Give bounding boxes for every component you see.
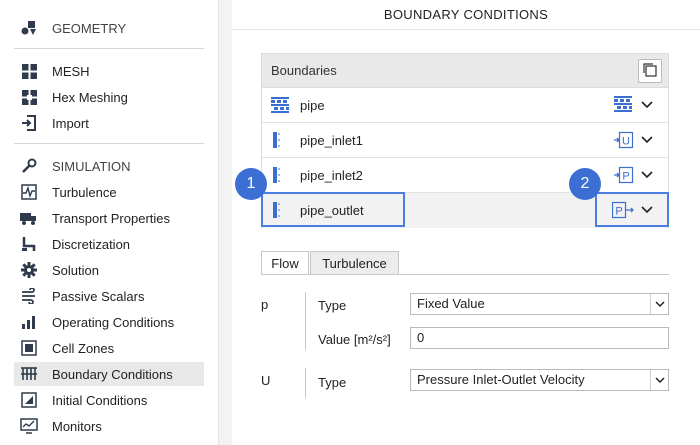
discretization-icon	[20, 235, 38, 253]
main-panel: BOUNDARY CONDITIONS Boundaries pipe pipe…	[232, 0, 700, 445]
highlight-box-boundary-type	[595, 192, 669, 227]
boundary-name: pipe_inlet2	[300, 168, 363, 183]
sidebar-item-label: MESH	[52, 63, 90, 79]
field-group-label-u: U	[261, 373, 271, 388]
turbulence-icon	[20, 183, 38, 201]
sidebar-item-hex-meshing[interactable]: Hex Meshing	[14, 85, 204, 109]
tab-underline	[261, 274, 669, 275]
import-icon	[20, 114, 38, 132]
sidebar-item-label: Operating Conditions	[52, 314, 175, 330]
wall-icon[interactable]	[614, 96, 634, 114]
highlight-box-boundary-name	[261, 192, 405, 227]
divider	[14, 143, 204, 144]
mesh-icon	[20, 62, 38, 80]
geometry-icon	[20, 19, 38, 37]
svg-text:U: U	[622, 136, 630, 148]
page-title: BOUNDARY CONDITIONS	[232, 0, 700, 30]
svg-text:P: P	[622, 171, 629, 183]
sidebar-item-label: Initial Conditions	[52, 392, 148, 408]
boundary-patch-icon	[271, 167, 289, 183]
sidebar-item-label: Transport Properties	[52, 210, 171, 226]
u-type-select[interactable]: Pressure Inlet-Outlet Velocity	[410, 369, 669, 391]
chevron-down-icon[interactable]	[640, 169, 654, 181]
type-label: Type	[318, 298, 347, 313]
boundary-name: pipe_inlet1	[300, 133, 363, 148]
value-label: Value [m²/s²]	[318, 332, 391, 347]
callout-badge-1: 1	[235, 168, 267, 200]
tab-flow[interactable]: Flow	[261, 251, 309, 275]
sidebar-item-label: Turbulence	[52, 184, 117, 200]
velocity-inlet-icon[interactable]: U	[614, 131, 634, 149]
cell-zones-icon	[20, 339, 38, 357]
sidebar-item-simulation[interactable]: SIMULATION	[14, 154, 204, 178]
boundary-row-pipe-inlet1[interactable]: pipe_inlet1 U	[262, 123, 668, 158]
boundaries-header: Boundaries	[262, 54, 668, 88]
sidebar-item-label: Boundary Conditions	[52, 366, 173, 382]
sidebar-item-label: SIMULATION	[52, 158, 131, 174]
sidebar-item-cell-zones[interactable]: Cell Zones	[14, 336, 204, 360]
p-value-input[interactable]: 0	[410, 327, 669, 349]
sidebar-item-boundary-conditions[interactable]: Boundary Conditions	[14, 362, 204, 386]
sidebar-item-label: Hex Meshing	[52, 89, 128, 105]
scalars-icon	[20, 287, 38, 305]
sidebar-item-label: GEOMETRY	[52, 20, 127, 36]
chevron-down-icon[interactable]	[650, 370, 668, 390]
callout-badge-2: 2	[569, 168, 601, 200]
sidebar-item-label: Solution	[52, 262, 99, 278]
sidebar-item-label: Monitors	[52, 418, 102, 434]
wrench-icon	[20, 157, 38, 175]
hex-meshing-icon	[20, 88, 38, 106]
sidebar-item-label: Passive Scalars	[52, 288, 145, 304]
chevron-down-icon[interactable]	[640, 99, 654, 111]
p-type-select[interactable]: Fixed Value	[410, 293, 669, 315]
boundary-name: pipe	[300, 98, 325, 113]
sidebar-item-solution[interactable]: Solution	[14, 258, 204, 282]
sidebar-item-geometry[interactable]: GEOMETRY	[14, 16, 204, 40]
tab-turbulence[interactable]: Turbulence	[310, 251, 399, 275]
tab-bar: Flow Turbulence	[261, 251, 669, 275]
initial-icon	[20, 391, 38, 409]
sidebar-item-import[interactable]: Import	[14, 111, 204, 135]
group-divider	[305, 368, 306, 398]
boundary-icon	[20, 365, 38, 383]
gear-icon	[20, 261, 38, 279]
boundaries-header-label: Boundaries	[271, 63, 337, 78]
monitors-icon	[20, 417, 38, 435]
sidebar-item-monitors[interactable]: Monitors	[14, 414, 204, 438]
chevron-down-icon[interactable]	[640, 134, 654, 146]
select-value: Fixed Value	[417, 296, 485, 311]
sidebar-item-label: Import	[52, 115, 89, 131]
transport-icon	[20, 209, 38, 227]
sidebar: GEOMETRY MESH Hex Meshing Import SIMULAT…	[0, 0, 219, 445]
field-group-label-p: p	[261, 297, 269, 312]
type-label: Type	[318, 375, 347, 390]
sidebar-item-operating-conditions[interactable]: Operating Conditions	[14, 310, 204, 334]
boundary-patch-icon	[271, 132, 289, 148]
copy-icon	[643, 62, 657, 80]
copy-button[interactable]	[638, 59, 662, 83]
operating-icon	[20, 313, 38, 331]
sidebar-item-initial-conditions[interactable]: Initial Conditions	[14, 388, 204, 412]
boundary-row-pipe-inlet2[interactable]: pipe_inlet2 P	[262, 158, 668, 193]
chevron-down-icon[interactable]	[650, 294, 668, 314]
sidebar-item-passive-scalars[interactable]: Passive Scalars	[14, 284, 204, 308]
sidebar-item-turbulence[interactable]: Turbulence	[14, 180, 204, 204]
pressure-inlet-icon[interactable]: P	[614, 166, 634, 184]
sidebar-item-discretization[interactable]: Discretization	[14, 232, 204, 256]
sidebar-item-mesh[interactable]: MESH	[14, 59, 204, 83]
sidebar-item-transport-properties[interactable]: Transport Properties	[14, 206, 204, 230]
group-divider	[305, 292, 306, 350]
sidebar-item-label: Discretization	[52, 236, 131, 252]
select-value: Pressure Inlet-Outlet Velocity	[417, 372, 585, 387]
divider	[14, 48, 204, 49]
sidebar-item-label: Cell Zones	[52, 340, 115, 356]
boundary-row-pipe[interactable]: pipe	[262, 88, 668, 123]
wall-icon	[271, 97, 289, 113]
